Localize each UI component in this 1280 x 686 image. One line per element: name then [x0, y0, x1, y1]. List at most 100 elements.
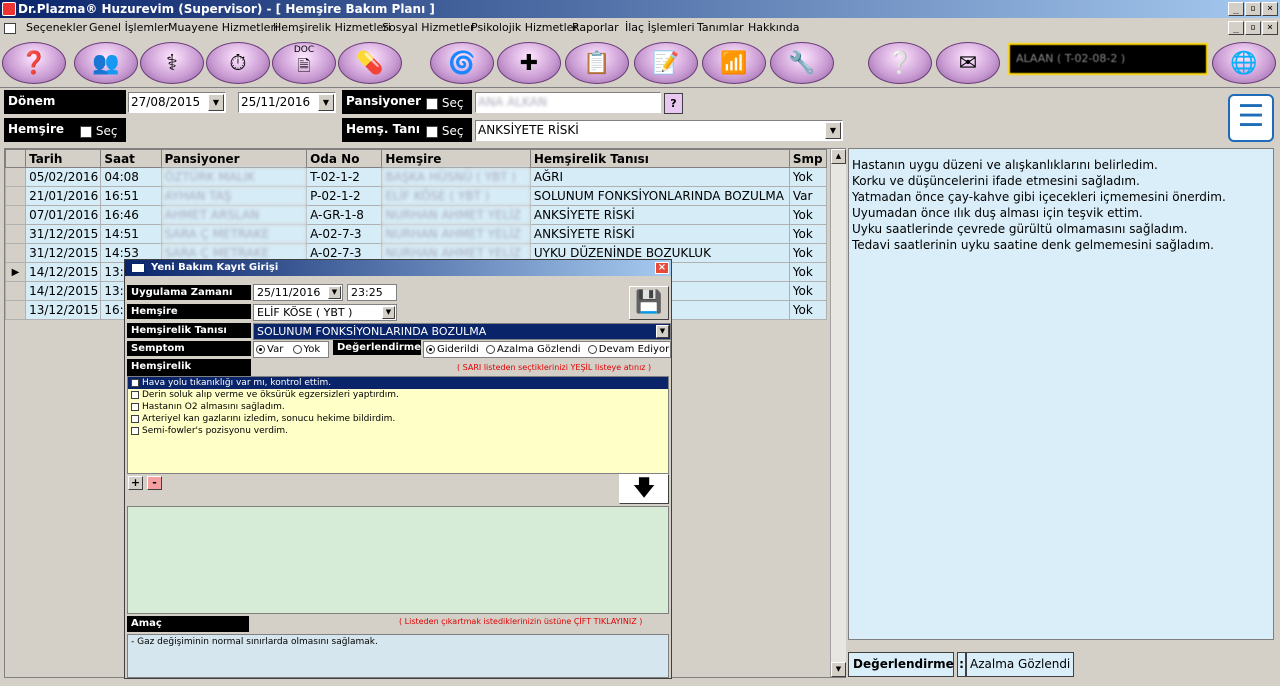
record-time-input[interactable]: 23:25: [347, 284, 397, 301]
restore-button[interactable]: ▫: [1245, 2, 1261, 16]
item-checkbox[interactable]: [131, 378, 139, 387]
diag-sec-checkbox[interactable]: ✕ Seç: [426, 124, 464, 138]
child-minimize-button[interactable]: _: [1228, 21, 1244, 35]
scroll-up-icon[interactable]: ▲: [831, 149, 846, 164]
nurse-sec-checkbox[interactable]: Seç: [80, 124, 124, 138]
chevron-down-icon[interactable]: ▼: [328, 286, 341, 299]
menu-hemsirelik[interactable]: Hemşirelik Hizmetleri: [273, 18, 391, 38]
checklist-icon[interactable]: 📝: [634, 42, 698, 84]
list-item[interactable]: Hastanın O2 almasını sağladım.: [128, 401, 668, 413]
checkbox-box[interactable]: [80, 125, 92, 138]
doc-icon[interactable]: DOC 🗎: [272, 42, 336, 84]
radio-on[interactable]: [256, 344, 265, 354]
col-room[interactable]: Oda No: [306, 149, 383, 168]
stopwatch-icon[interactable]: ⏱: [206, 42, 270, 84]
list-item[interactable]: Semi-fowler's pozisyonu verdim.: [128, 425, 668, 437]
goal-text: - Gaz değişiminin normal sınırlarda olma…: [131, 637, 378, 647]
radio-off[interactable]: [486, 344, 496, 354]
child-close-button[interactable]: ×: [1262, 21, 1278, 35]
doctors-icon[interactable]: 👥: [74, 42, 138, 84]
table-row[interactable]: 07/01/2016 16:46 AHMET ARSLAN A-GR-1-8 NURHA…: [4, 205, 828, 225]
menu-hakkinda[interactable]: Hakkında: [748, 18, 800, 38]
list-view-icon[interactable]: ☰: [1228, 94, 1274, 142]
chevron-down-icon[interactable]: ▼: [208, 94, 224, 111]
table-row[interactable]: 21/01/2016 16:51 AYHAN TAŞ P-02-1-2 ELİF KÖS…: [4, 186, 828, 206]
list-item[interactable]: Derin soluk alıp verme ve öksürük egzers…: [128, 389, 668, 401]
radio-on[interactable]: [426, 344, 435, 354]
symptom-var-radio[interactable]: Var: [256, 344, 283, 355]
dialog-close-button[interactable]: ×: [655, 262, 669, 274]
checkbox-checked[interactable]: ✕: [426, 97, 438, 110]
window-titlebar: Dr.Plazma® Huzurevim (Supervisor) - [ He…: [0, 0, 1280, 18]
grid-vertical-scrollbar[interactable]: ▲ ▼: [830, 149, 846, 677]
checkbox-checked[interactable]: ✕: [426, 125, 438, 138]
col-symptom[interactable]: Smp: [788, 149, 828, 168]
move-down-icon[interactable]: 🡇: [619, 474, 669, 504]
chevron-down-icon[interactable]: ▼: [318, 94, 334, 111]
date-from-picker[interactable]: 27/08/2015 ▼: [128, 92, 226, 113]
eval-devam-radio[interactable]: Devam Ediyor: [587, 344, 669, 355]
resident-help-button[interactable]: ?: [664, 93, 683, 114]
menu-genel-islemler[interactable]: Genel İşlemler: [89, 18, 168, 38]
resident-sec-checkbox[interactable]: ✕ Seç: [426, 96, 464, 110]
resident-input[interactable]: ANA ALKAN: [475, 92, 661, 113]
symptom-yok-radio[interactable]: Yok: [292, 344, 320, 355]
chart-icon[interactable]: 📶: [702, 42, 766, 84]
menu-muayene[interactable]: Muayene Hizmetleri: [168, 18, 278, 38]
item-checkbox[interactable]: [131, 390, 139, 399]
list-item[interactable]: Arteriyel kan gazlarını izledim, sonucu …: [128, 413, 668, 425]
table-row[interactable]: 05/02/2016 04:08 ÖZTÜRK MALIK T-02-1-2 BAŞKA…: [4, 167, 828, 187]
cell-date: 13/12/2015: [25, 300, 102, 320]
col-date[interactable]: Tarih: [25, 149, 102, 168]
col-time[interactable]: Saat: [100, 149, 162, 168]
menu-secenekler[interactable]: Seçenekler: [26, 18, 87, 38]
record-date-picker[interactable]: 25/11/2016 ▼: [253, 284, 343, 301]
col-diagnosis[interactable]: Hemşirelik Tanısı: [529, 149, 790, 168]
eval-giderildi-radio[interactable]: Giderildi: [426, 344, 479, 355]
date-to-picker[interactable]: 25/11/2016 ▼: [238, 92, 336, 113]
stethoscope-icon[interactable]: ⚕: [140, 42, 204, 84]
dialog-nurse-select[interactable]: ELİF KÖSE ( YBT ) ▼: [253, 304, 397, 321]
chevron-down-icon[interactable]: ▼: [656, 325, 669, 338]
menu-psikolojik[interactable]: Psikolojik Hizmetler: [471, 18, 578, 38]
cell-symptom: Yok: [788, 167, 828, 187]
dialog-diag-select[interactable]: SOLUNUM FONKSİYONLARINDA BOZULMA ▼: [253, 323, 671, 340]
save-icon[interactable]: 💾: [629, 286, 669, 320]
spiral-icon[interactable]: 🌀: [430, 42, 494, 84]
menu-ilac[interactable]: İlaç İşlemleri: [625, 18, 695, 38]
menu-sosyal[interactable]: Sosyal Hizmetler: [382, 18, 475, 38]
question-note-icon[interactable]: ❔: [868, 42, 932, 84]
cell-resident: AHMET ARSLAN: [160, 205, 308, 225]
pills-icon[interactable]: 💊: [338, 42, 402, 84]
scroll-down-icon[interactable]: ▼: [831, 662, 846, 677]
tools-icon[interactable]: 🔧: [770, 42, 834, 84]
bandage-icon[interactable]: ✚: [497, 42, 561, 84]
selected-interventions-list[interactable]: [127, 506, 669, 614]
list-item[interactable]: Hava yolu tıkanıklığı var mı, kontrol et…: [128, 377, 668, 389]
clipboard-icon[interactable]: 📋: [565, 42, 629, 84]
mail-icon[interactable]: ✉: [936, 42, 1000, 84]
item-checkbox[interactable]: [131, 426, 139, 435]
chevron-down-icon[interactable]: ▼: [825, 122, 841, 139]
help-head-icon[interactable]: ❓: [2, 42, 66, 84]
close-button[interactable]: ×: [1262, 2, 1278, 16]
globe-icon[interactable]: 🌐: [1212, 42, 1276, 84]
diag-select[interactable]: ANKSİYETE RİSKİ ▼: [475, 120, 843, 141]
radio-off[interactable]: [292, 344, 302, 354]
menu-raporlar[interactable]: Raporlar: [572, 18, 619, 38]
table-row[interactable]: 31/12/2015 14:51 SARA Ç METRAKE A-02-7-3 NUR…: [4, 224, 828, 244]
remove-button[interactable]: -: [147, 476, 162, 490]
radio-off[interactable]: [587, 344, 597, 354]
item-checkbox[interactable]: [131, 402, 139, 411]
eval-azalma-radio[interactable]: Azalma Gözlendi: [486, 344, 581, 355]
menu-tanimlar[interactable]: Tanımlar: [697, 18, 744, 38]
chevron-down-icon[interactable]: ▼: [382, 306, 395, 319]
mdi-child-icon[interactable]: [4, 23, 16, 34]
minimize-button[interactable]: _: [1228, 2, 1244, 16]
col-nurse[interactable]: Hemşire: [381, 149, 531, 168]
child-restore-button[interactable]: ▫: [1245, 21, 1261, 35]
item-checkbox[interactable]: [131, 414, 139, 423]
add-button[interactable]: +: [128, 476, 143, 490]
col-resident[interactable]: Pansiyoner: [160, 149, 308, 168]
goal-textarea[interactable]: - Gaz değişiminin normal sınırlarda olma…: [127, 634, 669, 678]
